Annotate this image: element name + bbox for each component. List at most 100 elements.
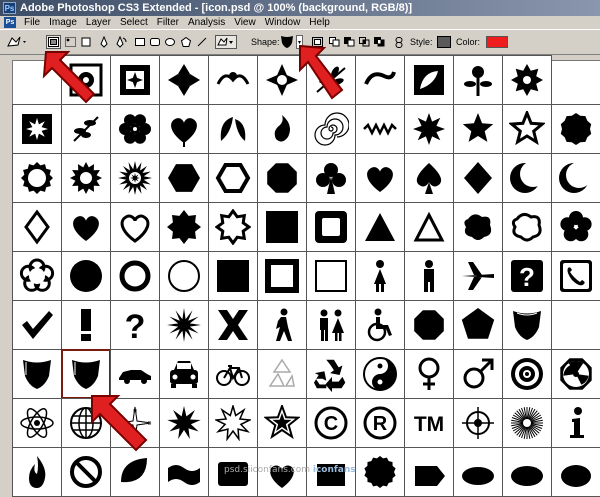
shape-cell-square-thick[interactable] <box>257 251 307 301</box>
shape-cell-question[interactable]: ? <box>110 300 160 350</box>
intersect-shape-button[interactable] <box>358 35 370 49</box>
shape-cell-help-sign[interactable]: ? <box>502 251 552 301</box>
shape-cell-triangle-outline[interactable] <box>404 202 454 252</box>
shape-cell-star-compass[interactable] <box>257 398 307 448</box>
shape-cell-x-mark[interactable] <box>208 300 258 350</box>
ps-menu-icon[interactable]: Ps <box>4 17 16 28</box>
shape-cell-atom[interactable] <box>12 398 62 448</box>
shape-cell-square-frame[interactable] <box>306 202 356 252</box>
shape-cell-circle[interactable] <box>61 251 111 301</box>
rounded-rectangle-tool-button[interactable] <box>149 35 161 49</box>
shape-cell-wheelchair[interactable] <box>355 300 405 350</box>
shape-cell-square-outline[interactable] <box>306 251 356 301</box>
rectangle-tool-button[interactable] <box>134 35 146 49</box>
menu-window[interactable]: Window <box>265 17 301 28</box>
shape-cell-flower-6[interactable] <box>110 104 160 154</box>
shape-cell-target[interactable] <box>502 349 552 399</box>
shape-cell-starburst-16[interactable] <box>110 153 160 203</box>
shape-cell-heart-outline[interactable] <box>110 202 160 252</box>
shape-cell-spiral[interactable] <box>306 104 356 154</box>
shape-cell-ellipse-flat-2[interactable] <box>502 447 552 497</box>
shape-cell-crescent-thin[interactable] <box>551 153 600 203</box>
shape-cell-wave-banner[interactable] <box>159 447 209 497</box>
shape-cell-person-male[interactable] <box>404 251 454 301</box>
menu-file[interactable]: File <box>24 17 40 28</box>
custom-shape-tool-button[interactable] <box>215 35 237 49</box>
shape-cell-floral-rosette[interactable] <box>502 55 552 105</box>
shape-cell-floral-tile[interactable] <box>404 55 454 105</box>
tool-preset-picker[interactable] <box>6 35 28 49</box>
shape-cell-blob-circle[interactable] <box>551 104 600 154</box>
style-picker[interactable] <box>436 35 452 49</box>
shape-cell-heart-2[interactable] <box>61 202 111 252</box>
shape-cell-triangle[interactable] <box>355 202 405 252</box>
shape-cell-shield-2[interactable] <box>12 349 62 399</box>
shape-cell-ellipse[interactable] <box>551 447 600 497</box>
shape-cell-crosshair[interactable] <box>453 398 503 448</box>
shape-cell-star-8-outline[interactable] <box>208 202 258 252</box>
shape-cell-star-5[interactable] <box>453 104 503 154</box>
shape-cell-curl[interactable] <box>355 55 405 105</box>
shape-cell-flower-5-outline[interactable] <box>12 251 62 301</box>
shape-cell-club[interactable] <box>306 153 356 203</box>
polygon-tool-button[interactable] <box>180 35 192 49</box>
shape-cell-diamond-flower[interactable] <box>159 55 209 105</box>
shape-cell-scallop-ring[interactable] <box>12 153 62 203</box>
shape-cell-scroll-ornament[interactable] <box>208 55 258 105</box>
shape-cell-paisley[interactable] <box>257 104 307 154</box>
shape-cell-ornament-frame[interactable] <box>110 55 160 105</box>
shape-cell-flame[interactable] <box>12 447 62 497</box>
shape-cell-hexagon-outline[interactable] <box>208 153 258 203</box>
menu-filter[interactable]: Filter <box>157 17 179 28</box>
shape-cell-car-front[interactable] <box>159 349 209 399</box>
shape-cell-diamond[interactable] <box>453 153 503 203</box>
shape-cell-circle-outline[interactable] <box>159 251 209 301</box>
menu-help[interactable]: Help <box>309 17 330 28</box>
shape-cell-venus[interactable] <box>404 349 454 399</box>
subtract-from-shape-button[interactable] <box>343 35 355 49</box>
shape-cell-starburst-lines[interactable] <box>502 398 552 448</box>
exclude-overlap-button[interactable] <box>373 35 385 49</box>
color-picker[interactable] <box>485 35 509 49</box>
shape-cell-leaf-branch[interactable] <box>61 104 111 154</box>
shape-cell-copyright[interactable]: C <box>306 398 356 448</box>
freeform-pen-button[interactable] <box>114 35 128 49</box>
shape-cell-yin-yang[interactable] <box>355 349 405 399</box>
shape-cell-burst-8[interactable] <box>404 104 454 154</box>
shape-cell-exclamation[interactable] <box>61 300 111 350</box>
shape-cell-registered[interactable]: R <box>355 398 405 448</box>
shape-cell-mars[interactable] <box>453 349 503 399</box>
shape-cell-crescent[interactable] <box>502 153 552 203</box>
shape-cell-seal-8[interactable] <box>159 202 209 252</box>
shape-cell-heart[interactable] <box>355 153 405 203</box>
shape-cell-octagon-sign[interactable] <box>404 300 454 350</box>
shape-cell-shield[interactable] <box>502 300 552 350</box>
shape-cell-spade[interactable] <box>404 153 454 203</box>
shape-cell-blob[interactable] <box>453 202 503 252</box>
shape-cell-burst-star[interactable] <box>159 398 209 448</box>
shape-cell-sun-badge[interactable] <box>61 153 111 203</box>
shape-cell-blob-outline[interactable] <box>502 202 552 252</box>
shape-cell-heart-leaf[interactable] <box>159 104 209 154</box>
shape-cell-star-5-outline[interactable] <box>502 104 552 154</box>
menu-layer[interactable]: Layer <box>86 17 111 28</box>
shape-cell-airplane[interactable] <box>453 251 503 301</box>
menu-view[interactable]: View <box>234 17 256 28</box>
shape-cell-ellipse-flat[interactable] <box>453 447 503 497</box>
menu-analysis[interactable]: Analysis <box>188 17 225 28</box>
shape-cell-square[interactable] <box>208 251 258 301</box>
shape-cell-info[interactable] <box>551 398 600 448</box>
shape-cell-square-rounded[interactable] <box>257 202 307 252</box>
shape-cell-hexagon[interactable] <box>159 153 209 203</box>
shape-cell-tag-round[interactable] <box>404 447 454 497</box>
shape-cell-zigzag[interactable] <box>355 104 405 154</box>
shape-cell-floral-tile-2[interactable] <box>12 104 62 154</box>
ellipse-tool-button[interactable] <box>164 35 176 49</box>
shape-cell-burst-outline[interactable] <box>208 398 258 448</box>
shape-cell-person-female[interactable] <box>355 251 405 301</box>
shape-cell-recycle[interactable] <box>306 349 356 399</box>
shape-cell-seal-round[interactable] <box>355 447 405 497</box>
shape-cell-phone-sign[interactable] <box>551 251 600 301</box>
shape-cell-pedestrian[interactable] <box>257 300 307 350</box>
line-tool-button[interactable] <box>196 35 208 49</box>
